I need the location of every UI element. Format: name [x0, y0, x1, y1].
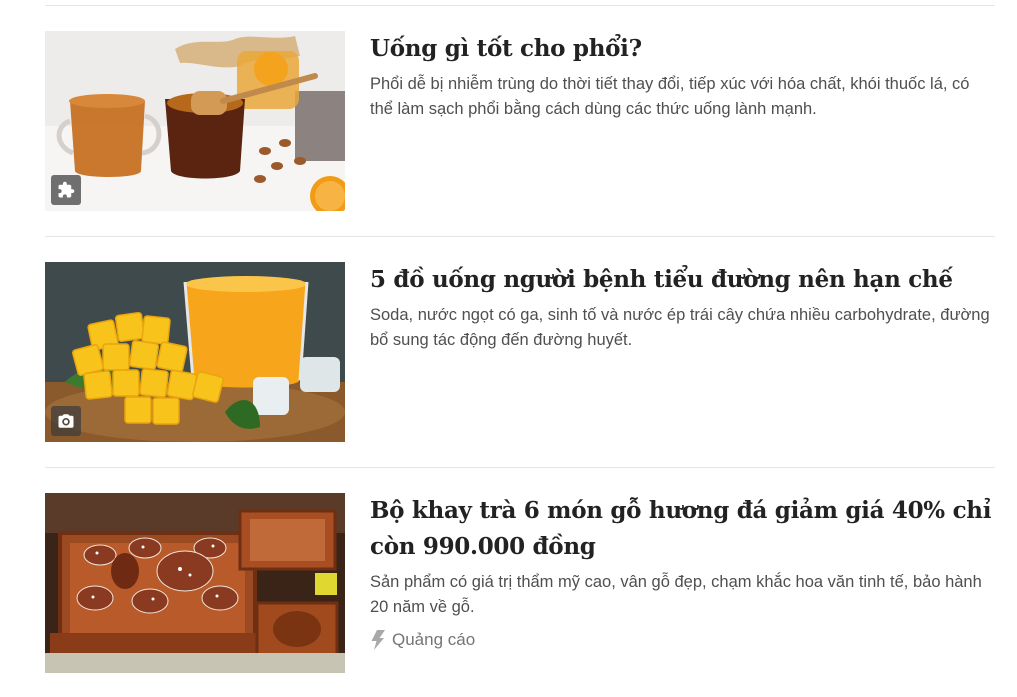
- media-badge: [51, 175, 81, 205]
- wooden-tea-tray-image: [45, 493, 345, 673]
- article-item[interactable]: 5 đồ uống người bệnh tiểu đường nên hạn …: [45, 262, 995, 442]
- article-description: Sản phẩm có giá trị thẩm mỹ cao, vân gỗ …: [370, 573, 982, 616]
- mango-juice-image: [45, 262, 345, 442]
- sponsored-article-item[interactable]: Bộ khay trà 6 món gỗ hương đá giảm giá 4…: [45, 493, 995, 673]
- divider: [45, 467, 995, 468]
- tea-honey-ginger-image: [45, 31, 345, 211]
- article-title[interactable]: Bộ khay trà 6 món gỗ hương đá giảm giá 4…: [370, 493, 995, 565]
- article-item[interactable]: Uống gì tốt cho phổi? Phổi dễ bị nhiễm t…: [45, 31, 995, 211]
- divider: [45, 236, 995, 237]
- article-thumbnail[interactable]: [45, 262, 345, 442]
- article-title[interactable]: 5 đồ uống người bệnh tiểu đường nên hạn …: [370, 262, 995, 298]
- article-thumbnail[interactable]: [45, 493, 345, 673]
- sponsored-text: Quảng cáo: [392, 630, 476, 649]
- article-description: Phổi dễ bị nhiễm trùng do thời tiết thay…: [370, 75, 970, 118]
- media-badge: [51, 406, 81, 436]
- article-title[interactable]: Uống gì tốt cho phổi?: [370, 31, 995, 67]
- article-thumbnail[interactable]: [45, 31, 345, 211]
- lightning-icon: [371, 630, 385, 650]
- article-description: Soda, nước ngọt có ga, sinh tố và nước é…: [370, 306, 990, 349]
- camera-icon: [58, 414, 74, 428]
- puzzle-icon: [58, 181, 75, 198]
- divider: [45, 5, 995, 6]
- sponsored-label[interactable]: Quảng cáo: [370, 630, 995, 650]
